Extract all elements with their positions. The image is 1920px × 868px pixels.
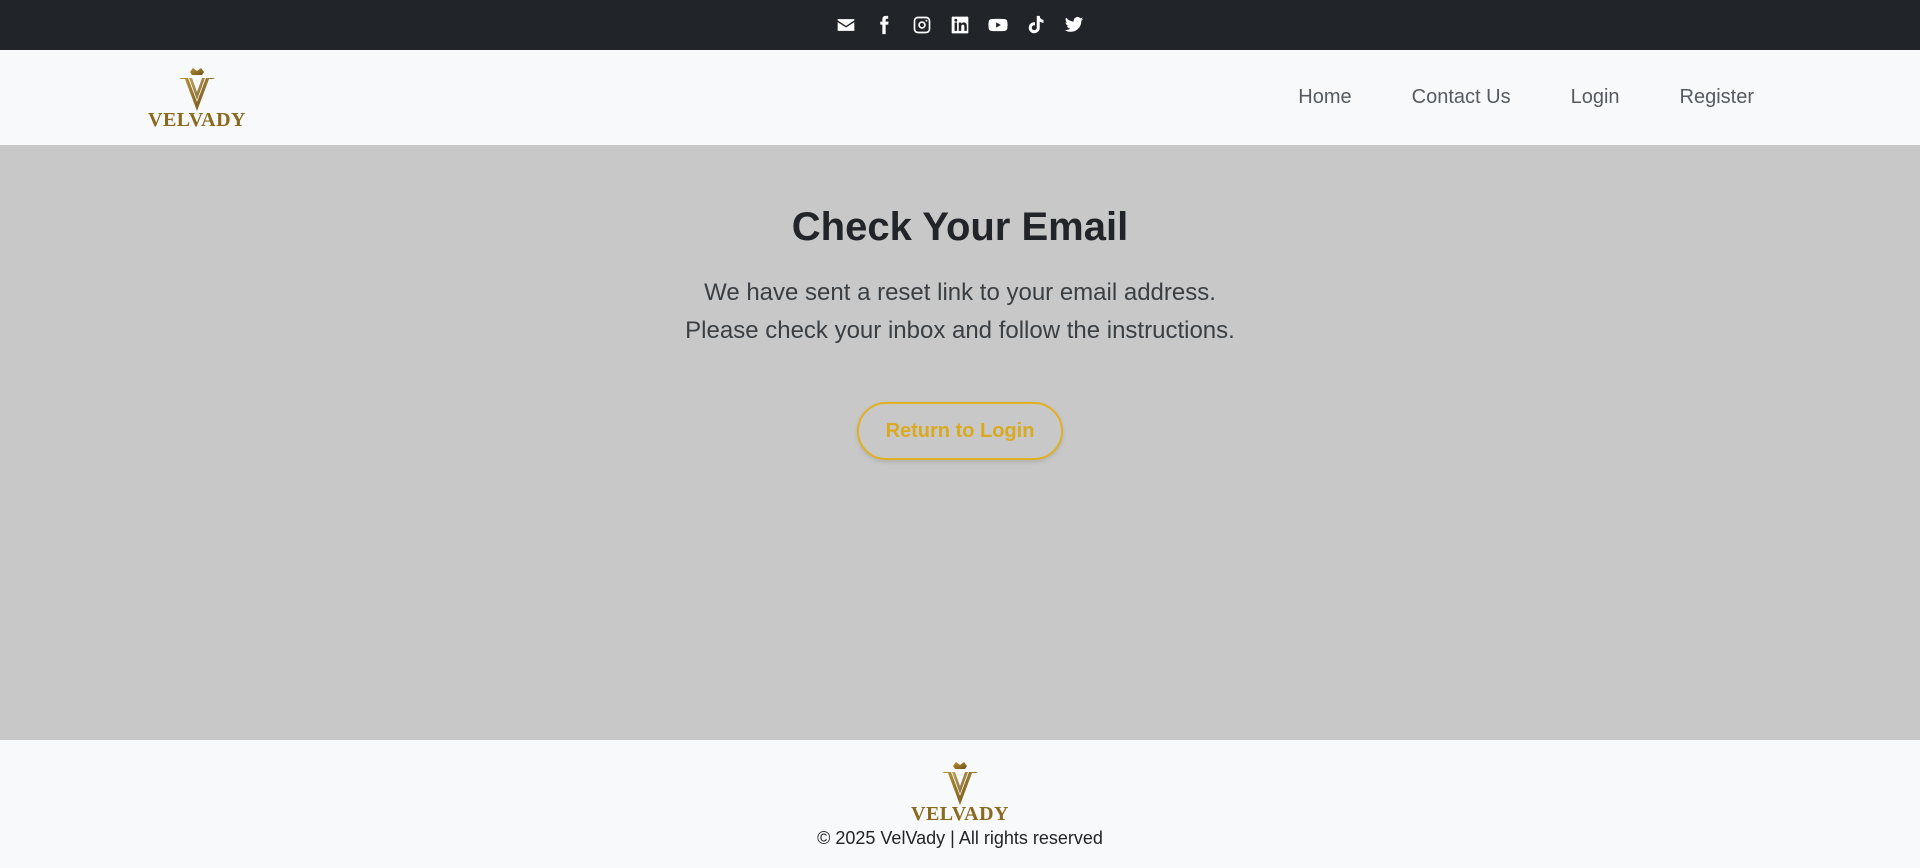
return-to-login-button[interactable]: Return to Login	[857, 402, 1063, 460]
footer-wordmark: VELVADY	[911, 803, 1009, 825]
nav-register[interactable]: Register	[1680, 86, 1754, 109]
tiktok-icon[interactable]	[1017, 0, 1055, 50]
crown-v-logo-icon	[178, 68, 215, 111]
footer-logo: VELVADY	[911, 760, 1009, 824]
main-content: Check Your Email We have sent a reset li…	[0, 145, 1920, 740]
message-line-2: Please check your inbox and follow the i…	[685, 317, 1235, 344]
footer: VELVADY © 2025 VelVady | All rights rese…	[0, 740, 1920, 868]
brand-logo[interactable]: VELVADY	[148, 66, 246, 130]
page-title: Check Your Email	[791, 205, 1129, 249]
facebook-icon[interactable]	[865, 0, 903, 50]
message-line-1: We have sent a reset link to your email …	[704, 279, 1216, 306]
brand-wordmark: VELVADY	[148, 109, 246, 131]
nav-login[interactable]: Login	[1571, 86, 1620, 109]
copyright-text: © 2025 VelVady | All rights reserved	[817, 828, 1103, 848]
envelope-icon[interactable]	[827, 0, 865, 50]
linkedin-icon[interactable]	[941, 0, 979, 50]
crown-v-logo-icon	[941, 762, 978, 805]
twitter-icon[interactable]	[1055, 0, 1093, 50]
nav-home[interactable]: Home	[1298, 86, 1351, 109]
instagram-icon[interactable]	[903, 0, 941, 50]
navbar: VELVADY Home Contact Us Login Register	[0, 50, 1920, 145]
social-bar	[0, 0, 1920, 50]
nav-contact-us[interactable]: Contact Us	[1412, 86, 1511, 109]
youtube-icon[interactable]	[979, 0, 1017, 50]
main-nav: Home Contact Us Login Register	[1298, 50, 1754, 145]
